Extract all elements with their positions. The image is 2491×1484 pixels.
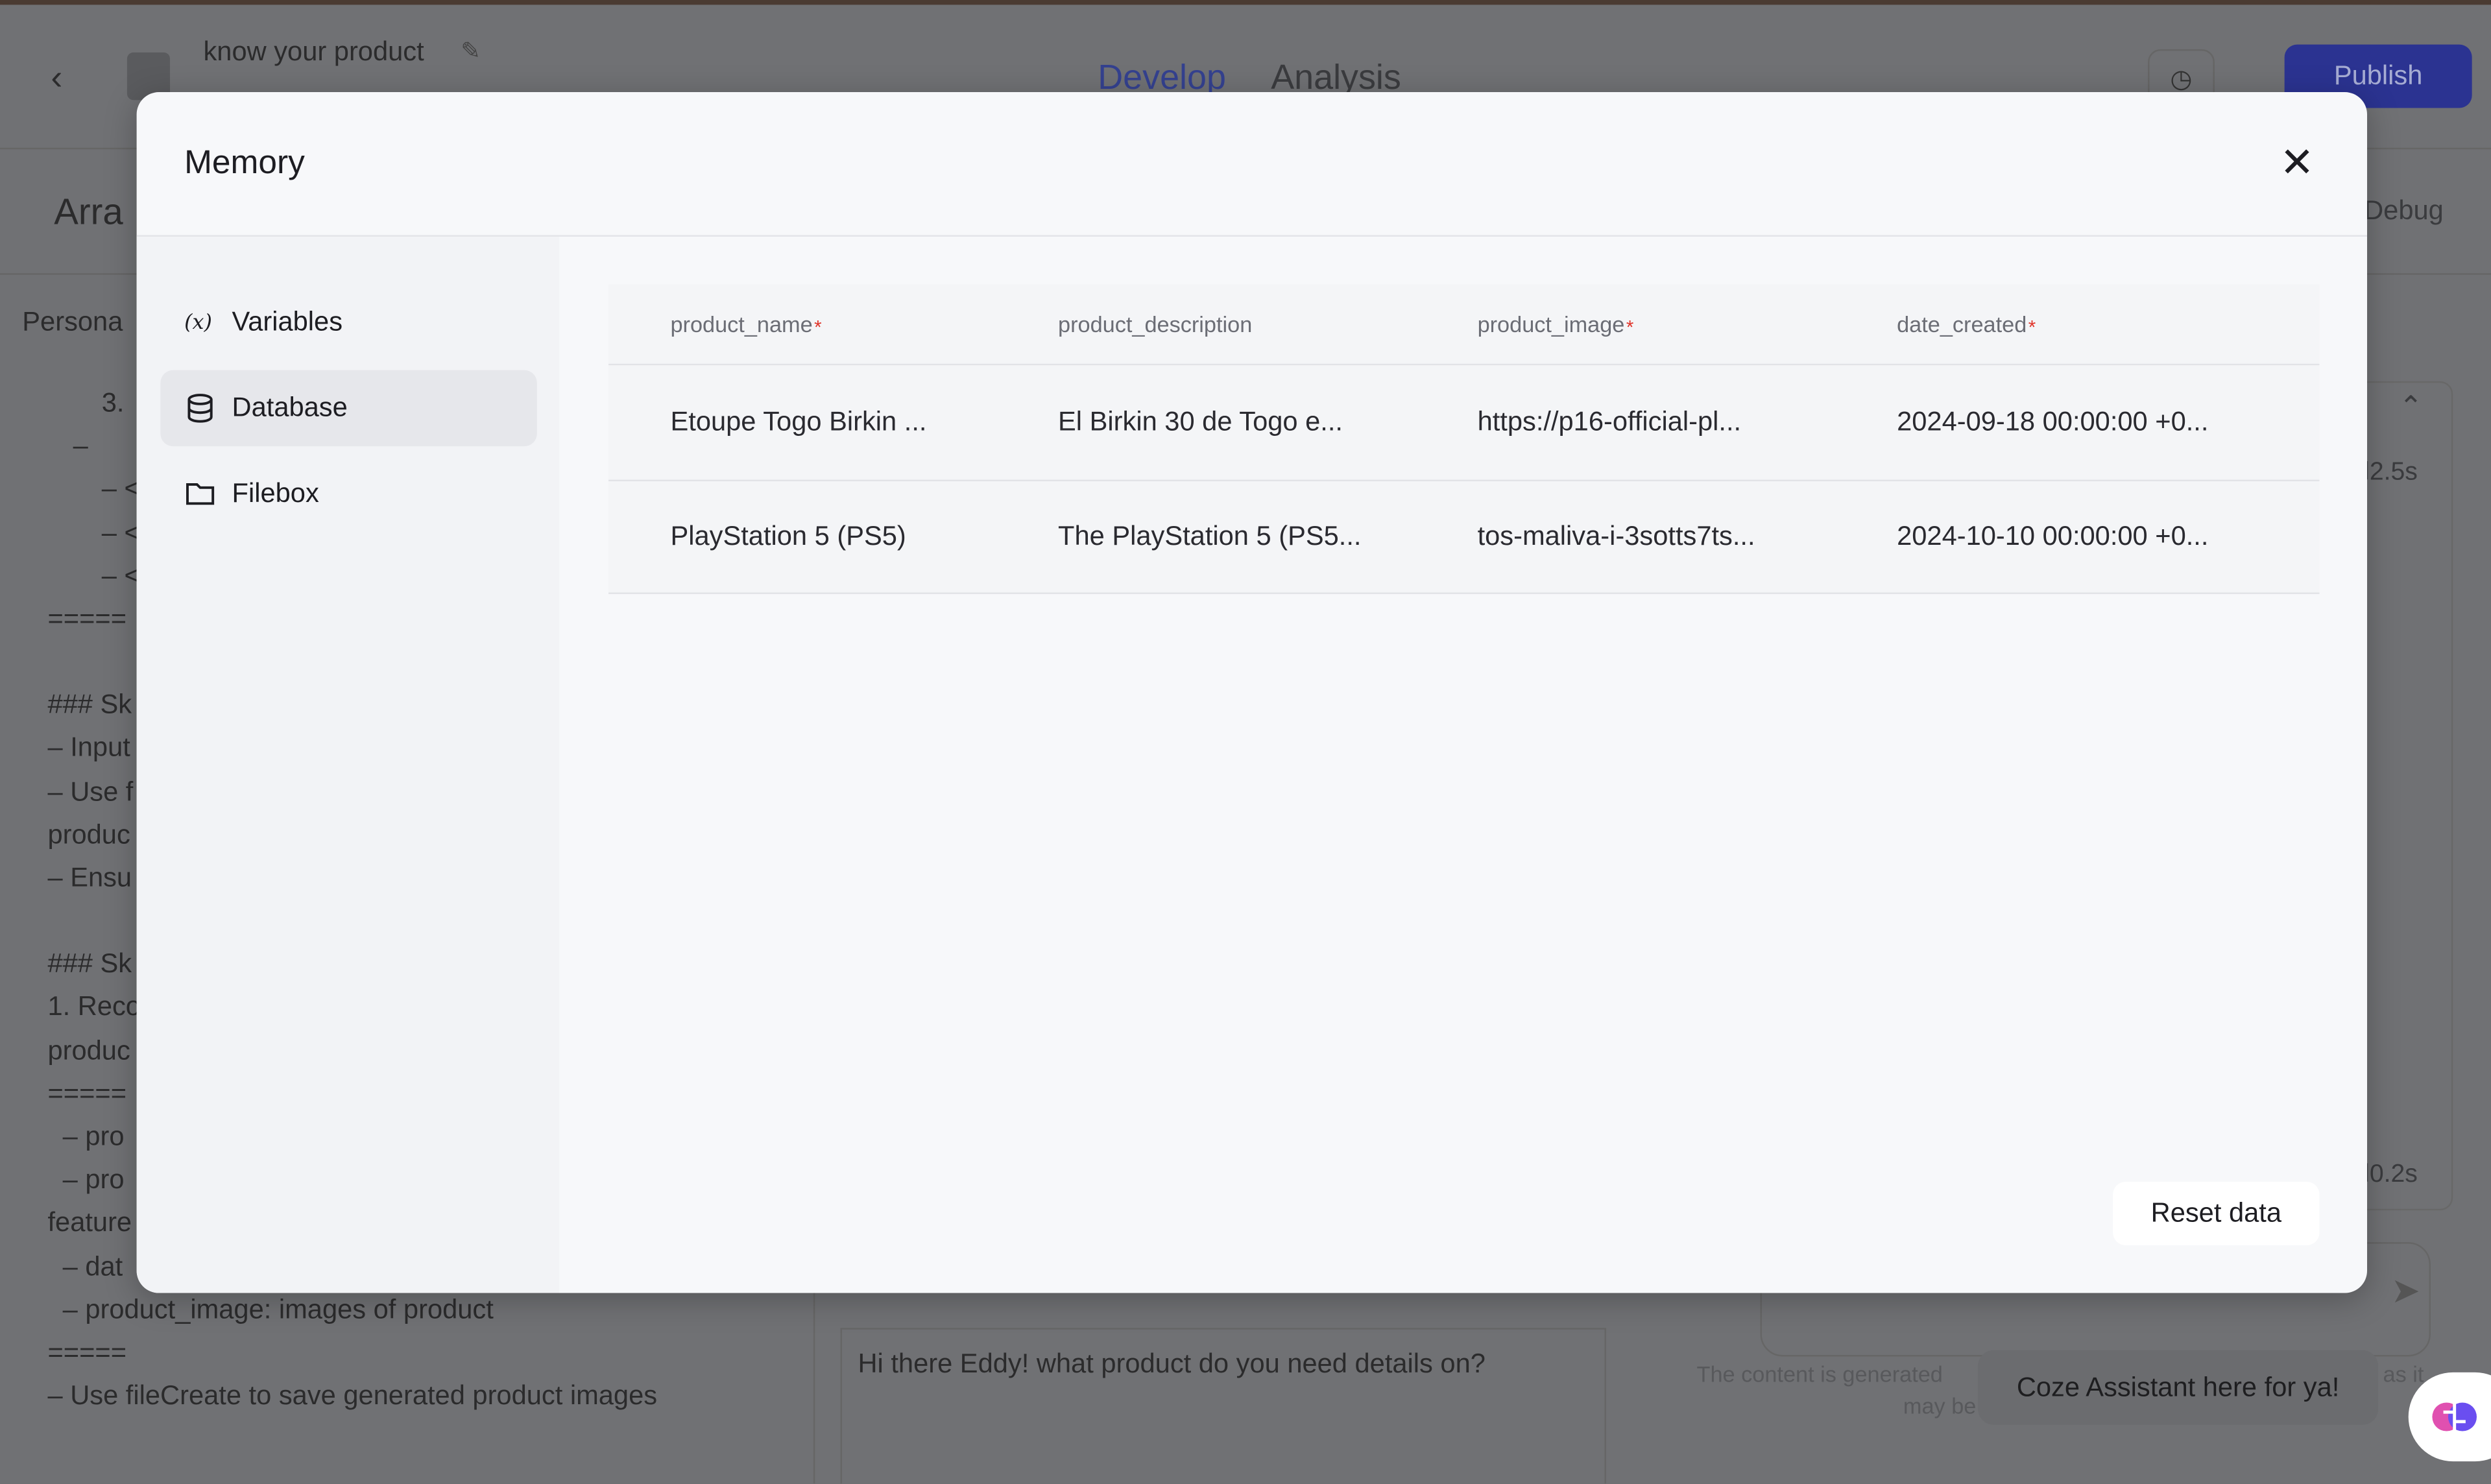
cell-product-name[interactable]: Etoupe Togo Birkin ... [670, 365, 926, 479]
svg-text:(x): (x) [184, 309, 212, 334]
memory-modal: Memory ✕ (x) Variables Database Filebox … [136, 92, 2368, 1293]
disclaimer-3: as it [2383, 1361, 2424, 1387]
timing-2: l0.2s [2364, 1161, 2418, 1188]
timing-1: l2.5s [2364, 459, 2418, 486]
variable-icon: (x) [184, 309, 212, 334]
assistant-bubble-text: Coze Assistant here for ya! [2016, 1371, 2340, 1402]
memory-sidebar: (x) Variables Database Filebox [136, 236, 560, 1293]
cell-product-description[interactable]: El Birkin 30 de Togo e... [1058, 365, 1343, 479]
required-marker: * [814, 316, 822, 339]
cell-product-name[interactable]: PlayStation 5 (PS5) [670, 481, 906, 592]
column-header-product-description[interactable]: product_description [1058, 284, 1252, 363]
column-header-product-name[interactable]: product_name * [670, 284, 821, 363]
edit-icon[interactable]: ✎ [461, 36, 481, 66]
assistant-bubble[interactable]: Coze Assistant here for ya! [1978, 1350, 2379, 1425]
database-table: product_name * product_description produc… [608, 284, 2320, 594]
disclaimer-2: may be [1903, 1393, 1977, 1418]
prompt-line: ===== [47, 1337, 127, 1368]
nav-label: Variables [232, 306, 343, 337]
nav-label: Filebox [232, 478, 319, 509]
close-icon[interactable]: ✕ [2280, 138, 2314, 187]
opening-message: Hi there Eddy! what product do you need … [858, 1348, 1486, 1379]
send-icon[interactable]: ➤ [2391, 1271, 2420, 1312]
nav-label: Database [232, 392, 348, 423]
cell-date-created[interactable]: 2024-09-18 00:00:00 +0... [1897, 365, 2208, 479]
nav-variables[interactable]: (x) Variables [160, 284, 536, 361]
brain-icon [2432, 1402, 2477, 1431]
modal-header: Memory ✕ [136, 92, 2368, 237]
cell-product-image[interactable]: tos-maliva-i-3sotts7ts... [1478, 481, 1755, 592]
nav-filebox[interactable]: Filebox [160, 456, 536, 533]
debug-label[interactable]: Debug [2364, 195, 2444, 227]
table-row[interactable]: PlayStation 5 (PS5) The PlayStation 5 (P… [608, 481, 2320, 594]
nav-database[interactable]: Database [160, 370, 537, 447]
prompt-line: – product_image: images of product [47, 1294, 494, 1325]
column-header-date-created[interactable]: date_created * [1897, 284, 2036, 363]
folder-icon [186, 483, 215, 505]
required-marker: * [2028, 316, 2036, 339]
cell-date-created[interactable]: 2024-10-10 00:00:00 +0... [1897, 481, 2208, 592]
assistant-launcher[interactable] [2408, 1372, 2491, 1462]
persona-label: Persona [22, 306, 123, 337]
section-title: Arra [54, 190, 123, 232]
bot-name: know your product [203, 36, 424, 67]
cell-product-description[interactable]: The PlayStation 5 (PS5... [1058, 481, 1361, 592]
publish-label: Publish [2333, 60, 2423, 91]
history-icon: ◷ [2170, 66, 2193, 94]
app-window: ‹ know your product ✎ Develop Analysis ◷… [0, 0, 2491, 1484]
column-divider [813, 1271, 815, 1484]
cell-product-image[interactable]: https://p16-official-pl... [1478, 365, 1742, 479]
table-row[interactable]: Etoupe Togo Birkin ... El Birkin 30 de T… [608, 365, 2320, 482]
reset-data-label: Reset data [2150, 1197, 2282, 1228]
collapse-icon[interactable]: ⌃ [2399, 390, 2423, 424]
opening-editor[interactable]: Hi there Eddy! what product do you need … [840, 1328, 1606, 1484]
table-header: product_name * product_description produc… [608, 284, 2320, 366]
prompt-line: – Use fileCreate to save generated produ… [47, 1380, 658, 1411]
database-icon [187, 394, 213, 423]
modal-title: Memory [184, 144, 305, 182]
reset-data-button[interactable]: Reset data [2113, 1182, 2320, 1246]
required-marker: * [1626, 316, 1634, 339]
back-icon[interactable]: ‹ [51, 57, 62, 99]
column-header-product-image[interactable]: product_image * [1478, 284, 1634, 363]
disclaimer-1: The content is generated [1696, 1361, 1943, 1387]
